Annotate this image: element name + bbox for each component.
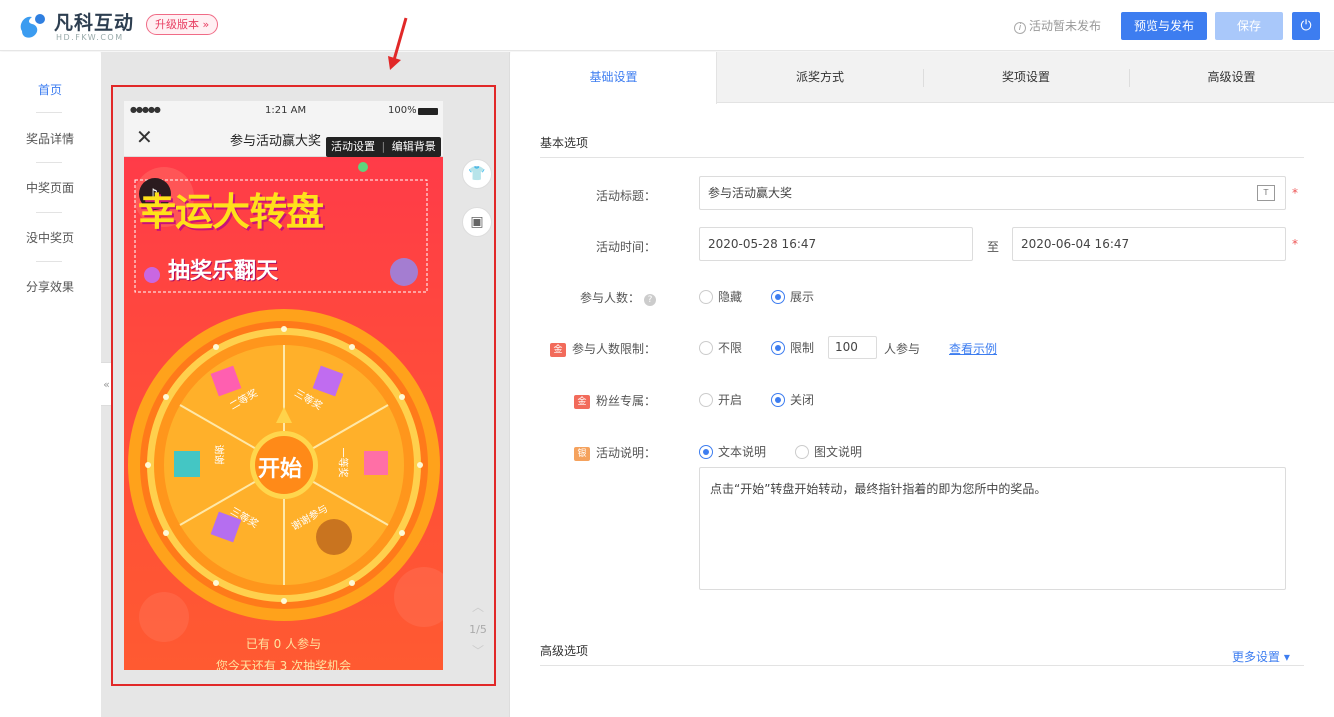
publish-status: i 活动暂未发布 xyxy=(1014,17,1101,34)
participants-label: 参与人数：? xyxy=(506,289,656,306)
limit-count-input[interactable]: 100 xyxy=(828,336,877,359)
limit-suffix: 人参与 xyxy=(884,342,921,356)
publish-status-text: 活动暂未发布 xyxy=(1029,19,1102,33)
sidebar: 首页 奖品详情 中奖页面 没中奖页 分享效果 xyxy=(0,52,100,717)
radio-fans-off-label: 关闭 xyxy=(790,393,815,407)
preview-publish-button[interactable]: 预览与发布 xyxy=(1121,12,1207,40)
limit-label-text: 参与人数限制： xyxy=(571,342,656,356)
limit-label: 金参与人数限制： xyxy=(506,340,656,357)
radio-fans-off[interactable]: 关闭 xyxy=(771,391,814,408)
section-title-basic: 基本选项 xyxy=(540,136,589,150)
divider xyxy=(36,162,62,163)
sidebar-item-home[interactable]: 首页 xyxy=(0,81,100,98)
sidebar-item-win-page[interactable]: 中奖页面 xyxy=(0,179,100,196)
radio-desc-text[interactable]: 文本说明 xyxy=(699,443,766,460)
divider xyxy=(36,112,62,113)
radio-limit-none-label: 不限 xyxy=(718,341,743,355)
radio-limit-yes-label: 限制 xyxy=(790,341,815,355)
top-header: 凡科互动 HD.FKW.COM 升级版本 » i 活动暂未发布 预览与发布 保存 … xyxy=(0,0,1334,51)
gold-badge-icon: 金 xyxy=(573,395,590,409)
settings-panel xyxy=(511,52,1334,717)
radio-limit-yes[interactable]: 限制 xyxy=(771,339,814,356)
radio-participants-show[interactable]: 展示 xyxy=(771,288,814,305)
view-example-link[interactable]: 查看示例 xyxy=(949,340,997,357)
upgrade-button[interactable]: 升级版本 » xyxy=(146,14,219,35)
info-icon: i xyxy=(1014,22,1026,34)
settings-tabs: 基础设置 派奖方式 奖项设置 高级设置 xyxy=(511,52,1334,104)
tab-basic[interactable]: 基础设置 xyxy=(511,52,717,104)
radio-desc-image-label: 图文说明 xyxy=(814,445,863,459)
silver-badge-icon: 银 xyxy=(573,447,590,461)
more-settings-link[interactable]: 更多设置 ▾ xyxy=(1232,648,1290,665)
start-time-input[interactable]: 2020-05-28 16:47 xyxy=(699,227,973,261)
required-mark: * xyxy=(1292,237,1298,251)
description-textarea[interactable]: 点击“开始”转盘开始转动，最终指针指着的即为您所中的奖品。 xyxy=(699,467,1286,590)
title-label: 活动标题： xyxy=(595,189,656,203)
logo-subtitle: HD.FKW.COM xyxy=(56,33,124,42)
radio-desc-text-label: 文本说明 xyxy=(718,445,767,459)
radio-fans-on[interactable]: 开启 xyxy=(699,391,742,408)
gold-badge-icon: 金 xyxy=(549,343,566,357)
desc-label-text: 活动说明： xyxy=(595,446,656,460)
sidebar-item-prize-detail[interactable]: 奖品详情 xyxy=(0,130,100,147)
divider xyxy=(540,665,1304,666)
desc-label: 银活动说明： xyxy=(506,444,656,461)
divider xyxy=(540,157,1304,158)
red-arrow-icon xyxy=(388,17,408,70)
fans-label: 金粉丝专属： xyxy=(506,392,656,409)
title-input-value: 参与活动赢大奖 xyxy=(708,186,793,200)
save-button[interactable]: 保存 xyxy=(1215,12,1283,40)
end-time-input[interactable]: 2020-06-04 16:47 xyxy=(1012,227,1286,261)
sidebar-item-share[interactable]: 分享效果 xyxy=(0,278,100,295)
tab-prize-delivery[interactable]: 派奖方式 xyxy=(717,52,923,103)
sidebar-item-lose-page[interactable]: 没中奖页 xyxy=(0,229,100,246)
logo-text: 凡科互动 xyxy=(54,12,135,34)
radio-participants-hide-label: 隐藏 xyxy=(718,290,743,304)
radio-participants-show-label: 展示 xyxy=(790,290,815,304)
fans-label-text: 粉丝专属： xyxy=(595,394,656,408)
required-mark: * xyxy=(1292,186,1298,200)
divider xyxy=(36,261,62,262)
tab-advanced[interactable]: 高级设置 xyxy=(1129,52,1334,103)
highlight-frame xyxy=(111,85,496,686)
text-format-icon[interactable]: T xyxy=(1257,185,1275,201)
help-icon[interactable]: ? xyxy=(644,294,656,306)
divider xyxy=(36,212,62,213)
radio-participants-hide[interactable]: 隐藏 xyxy=(699,288,742,305)
participants-label-text: 参与人数： xyxy=(579,291,640,305)
radio-fans-on-label: 开启 xyxy=(718,393,743,407)
power-icon[interactable]: ⏻ xyxy=(1292,12,1320,40)
radio-desc-image[interactable]: 图文说明 xyxy=(795,443,862,460)
logo-icon xyxy=(20,14,45,38)
title-input[interactable]: 参与活动赢大奖 T xyxy=(699,176,1286,210)
radio-limit-none[interactable]: 不限 xyxy=(699,339,742,356)
section-title-advanced: 高级选项 xyxy=(540,644,589,658)
tab-prize-settings[interactable]: 奖项设置 xyxy=(923,52,1129,103)
time-separator: 至 xyxy=(987,240,1000,254)
time-label: 活动时间： xyxy=(595,240,656,254)
